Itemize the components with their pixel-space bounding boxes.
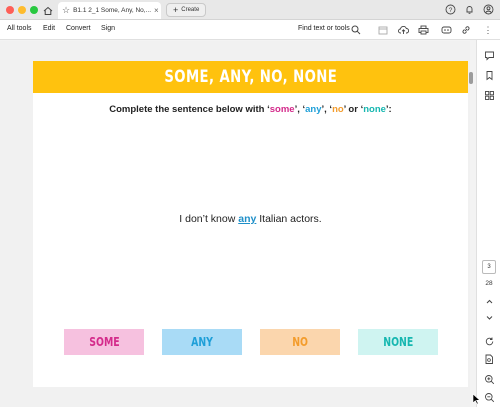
- svg-text:?: ?: [448, 7, 452, 14]
- word-no: no: [332, 104, 344, 115]
- avatar[interactable]: [482, 3, 494, 15]
- instruction-suffix: ’:: [385, 104, 392, 115]
- exercise-sentence: I don’t know any Italian actors.: [33, 213, 468, 225]
- minimize-window-button[interactable]: [18, 6, 26, 14]
- instruction-sep-3: ’ or ‘: [343, 104, 364, 115]
- bell-icon[interactable]: [463, 3, 475, 15]
- ai-assistant-icon[interactable]: [440, 24, 452, 36]
- total-pages: 28: [485, 280, 493, 287]
- option-any-button[interactable]: ANY: [162, 329, 242, 355]
- menu-all-tools[interactable]: All tools: [7, 25, 32, 32]
- create-tab-button[interactable]: + Create: [166, 3, 207, 17]
- word-any: any: [305, 104, 322, 115]
- scrollbar-thumb[interactable]: [469, 72, 473, 84]
- current-page-input[interactable]: 3: [482, 260, 496, 274]
- search-icon[interactable]: [350, 24, 362, 36]
- option-some-label: SOME: [88, 335, 120, 349]
- option-some-button[interactable]: SOME: [64, 329, 144, 355]
- close-window-button[interactable]: [6, 6, 14, 14]
- option-no-label: NO: [292, 335, 308, 349]
- instruction-sep-1: ’, ‘: [294, 104, 306, 115]
- document-tab[interactable]: ☆ B1.1 2_1 Some, Any, No,... ×: [58, 2, 161, 19]
- comment-icon[interactable]: [482, 48, 496, 62]
- instruction-prefix: Complete the sentence below with ‘: [109, 104, 270, 115]
- bookmark-icon[interactable]: [482, 68, 496, 82]
- sentence-before: I don’t know: [179, 213, 239, 225]
- right-sidebar: 3 28: [476, 40, 500, 407]
- more-options-icon[interactable]: ⋮: [482, 24, 494, 36]
- zoom-in-icon[interactable]: [482, 372, 496, 386]
- word-none: none: [363, 104, 386, 115]
- calendar-icon[interactable]: [377, 24, 389, 36]
- option-any-label: ANY: [191, 335, 213, 349]
- option-no-button[interactable]: NO: [260, 329, 340, 355]
- refresh-icon[interactable]: [482, 334, 496, 348]
- star-icon[interactable]: ☆: [62, 6, 70, 15]
- create-label: Create: [181, 7, 200, 13]
- document-search-icon[interactable]: [482, 352, 496, 366]
- print-icon[interactable]: [417, 24, 429, 36]
- sentence-after: Italian actors.: [256, 213, 322, 225]
- pdf-page: SOME, ANY, NO, NONE Complete the sentenc…: [33, 61, 468, 387]
- thumbnails-icon[interactable]: [482, 88, 496, 102]
- page-title: SOME, ANY, NO, NONE: [164, 67, 337, 87]
- cloud-upload-icon[interactable]: [397, 24, 409, 36]
- chevron-up-icon[interactable]: [482, 294, 496, 308]
- chevron-down-icon[interactable]: [482, 310, 496, 324]
- menu-edit[interactable]: Edit: [43, 25, 55, 32]
- home-icon[interactable]: [42, 4, 54, 16]
- answer-blank[interactable]: any: [238, 213, 256, 225]
- zoom-out-icon[interactable]: [482, 390, 496, 404]
- mouse-cursor-icon: [472, 393, 481, 407]
- title-banner: SOME, ANY, NO, NONE: [33, 61, 468, 93]
- close-tab-icon[interactable]: ×: [154, 6, 159, 15]
- option-none-button[interactable]: NONE: [358, 329, 438, 355]
- instruction-text: Complete the sentence below with ‘some’,…: [33, 104, 468, 115]
- instruction-sep-2: ’, ‘: [321, 104, 333, 115]
- word-some: some: [269, 104, 295, 115]
- help-icon[interactable]: ?: [444, 3, 456, 15]
- menu-bar: All tools Edit Convert Sign Find text or…: [0, 20, 500, 40]
- find-tools-label[interactable]: Find text or tools: [298, 25, 350, 32]
- menu-convert[interactable]: Convert: [66, 25, 91, 32]
- menu-sign[interactable]: Sign: [101, 25, 115, 32]
- vertical-scrollbar[interactable]: [469, 60, 473, 390]
- maximize-window-button[interactable]: [30, 6, 38, 14]
- title-bar: ☆ B1.1 2_1 Some, Any, No,... × + Create …: [0, 0, 500, 20]
- tab-title: B1.1 2_1 Some, Any, No,...: [73, 7, 152, 14]
- option-none-label: NONE: [382, 335, 414, 349]
- document-viewport[interactable]: SOME, ANY, NO, NONE Complete the sentenc…: [0, 41, 470, 407]
- link-icon[interactable]: [460, 24, 472, 36]
- plus-icon: +: [173, 4, 179, 15]
